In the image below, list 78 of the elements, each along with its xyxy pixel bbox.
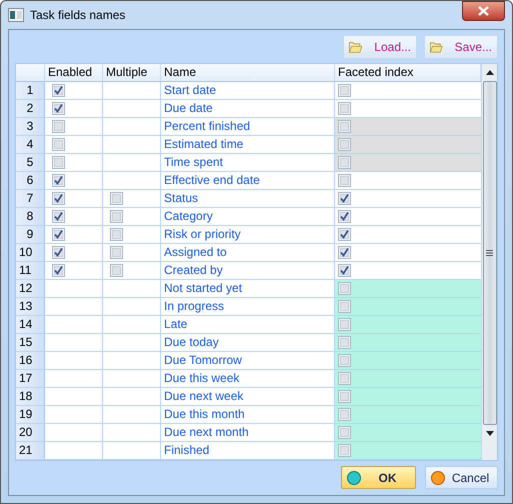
row-number: 10	[16, 244, 45, 261]
row-number: 14	[16, 316, 45, 333]
checkbox[interactable]	[52, 138, 65, 151]
row-number: 16	[16, 352, 45, 369]
row-number: 4	[16, 136, 45, 153]
checkbox[interactable]	[338, 426, 351, 439]
row-number: 1	[16, 82, 45, 99]
checkbox[interactable]	[338, 228, 351, 241]
checkbox[interactable]	[110, 192, 123, 205]
column-header[interactable]: Multiple	[103, 64, 161, 81]
checkbox[interactable]	[110, 228, 123, 241]
row-number: 15	[16, 334, 45, 351]
checkbox[interactable]	[338, 246, 351, 259]
scroll-up-icon[interactable]	[486, 70, 494, 75]
folder-icon	[349, 40, 362, 54]
checkbox[interactable]	[338, 372, 351, 385]
ball-icon	[431, 470, 445, 484]
checkbox[interactable]	[52, 84, 65, 97]
checkbox[interactable]	[110, 264, 123, 277]
checkbox[interactable]	[52, 228, 65, 241]
window-title: Task fields names	[30, 7, 126, 24]
checkbox[interactable]	[52, 102, 65, 115]
checkbox[interactable]	[338, 408, 351, 421]
checkbox[interactable]	[110, 210, 123, 223]
checkbox[interactable]	[338, 120, 351, 133]
checkbox[interactable]	[338, 210, 351, 223]
checkbox[interactable]	[338, 300, 351, 313]
close-icon	[478, 6, 489, 16]
row-number: 12	[16, 280, 45, 297]
row-number: 9	[16, 226, 45, 243]
scroll-thumb[interactable]	[482, 81, 496, 425]
checkbox[interactable]	[52, 174, 65, 187]
checkbox[interactable]	[338, 102, 351, 115]
checkbox[interactable]	[338, 156, 351, 169]
folder-icon	[430, 40, 443, 54]
checkbox[interactable]	[338, 84, 351, 97]
window-icon	[8, 8, 24, 22]
checkbox[interactable]	[338, 390, 351, 403]
checkbox[interactable]	[338, 138, 351, 151]
checkbox[interactable]	[52, 210, 65, 223]
column-header[interactable]: Enabled	[45, 64, 103, 81]
row-number: 2	[16, 100, 45, 117]
checkbox[interactable]	[338, 336, 351, 349]
scrollbar[interactable]	[481, 64, 497, 460]
row-number: 5	[16, 154, 45, 171]
row-number: 8	[16, 208, 45, 225]
row-number: 11	[16, 262, 45, 279]
close-button[interactable]	[462, 1, 505, 21]
checkbox[interactable]	[338, 174, 351, 187]
ok-button[interactable]: OK	[341, 466, 416, 489]
row-number: 18	[16, 388, 45, 405]
scroll-down-icon[interactable]	[486, 431, 494, 436]
cancel-button[interactable]: Cancel	[425, 466, 498, 489]
row-number: 21	[16, 442, 45, 459]
checkbox[interactable]	[338, 192, 351, 205]
row-number: 6	[16, 172, 45, 189]
save-button[interactable]: Save...	[424, 35, 498, 59]
row-number: 20	[16, 424, 45, 441]
row-number: 13	[16, 298, 45, 315]
checkbox[interactable]	[110, 246, 123, 259]
checkbox[interactable]	[338, 444, 351, 457]
checkbox[interactable]	[338, 282, 351, 295]
checkbox[interactable]	[52, 156, 65, 169]
ball-icon	[347, 470, 361, 484]
checkbox[interactable]	[338, 318, 351, 331]
grip-icon	[486, 250, 493, 256]
row-number: 17	[16, 370, 45, 387]
column-header[interactable]: Name	[161, 64, 335, 81]
checkbox[interactable]	[52, 264, 65, 277]
checkbox[interactable]	[338, 264, 351, 277]
row-number: 3	[16, 118, 45, 135]
checkbox[interactable]	[52, 246, 65, 259]
checkbox[interactable]	[338, 354, 351, 367]
row-number: 19	[16, 406, 45, 423]
row-number: 7	[16, 190, 45, 207]
checkbox[interactable]	[52, 120, 65, 133]
checkbox[interactable]	[52, 192, 65, 205]
load-button[interactable]: Load...	[343, 35, 417, 59]
